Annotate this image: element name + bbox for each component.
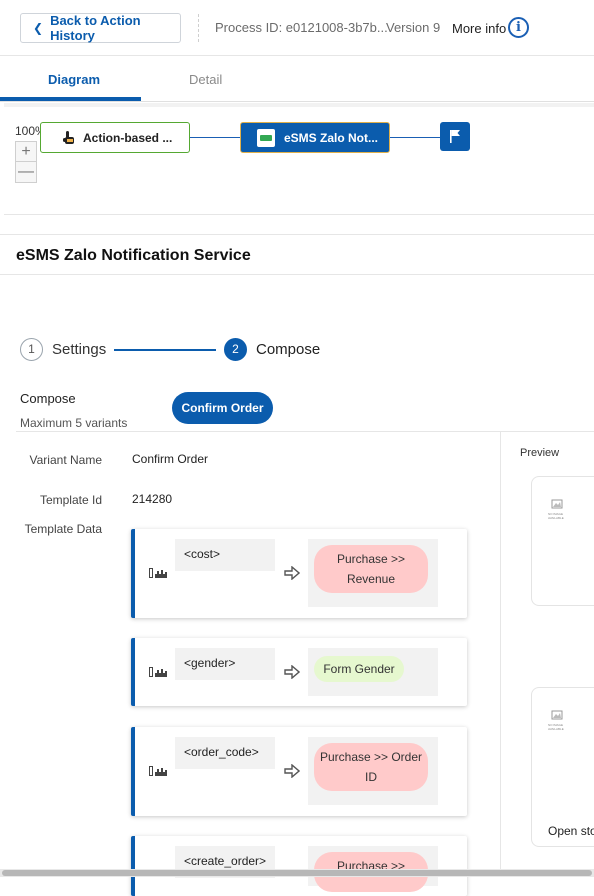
zoom-controls: + — — [15, 141, 37, 183]
mapped-value-box[interactable]: Purchase >> — [308, 846, 438, 892]
image-placeholder-icon — [551, 499, 563, 509]
preview-label: Preview — [520, 447, 560, 459]
flow-diagram-canvas[interactable] — [4, 103, 594, 215]
step-settings[interactable]: Settings — [52, 341, 106, 358]
end-node[interactable] — [440, 122, 470, 151]
esms-logo-icon — [257, 128, 275, 147]
header-divider — [198, 14, 199, 42]
tab-bar: Diagram Detail — [0, 56, 594, 102]
connector-line — [190, 137, 240, 138]
active-tab-indicator — [0, 97, 141, 101]
template-data-row[interactable]: <gender> Form Gender — [131, 638, 467, 706]
zoom-out-button[interactable]: — — [16, 162, 36, 182]
no-image-text: NO IMAGE AVAILABLE — [548, 723, 564, 731]
template-data-row[interactable]: <cost> Purchase >> Revenue — [131, 529, 467, 618]
divider — [0, 234, 594, 235]
template-key: <gender> — [175, 648, 275, 680]
trigger-node[interactable]: Action-based ... — [40, 122, 190, 153]
variant-name-value[interactable]: Confirm Order — [132, 452, 208, 466]
template-data-row[interactable]: <create_order> Purchase >> — [131, 836, 467, 896]
esms-node[interactable]: eSMS Zalo Not... — [240, 122, 390, 153]
more-info-link[interactable]: More info — [452, 21, 506, 36]
flag-icon — [450, 130, 460, 143]
divider — [0, 274, 594, 275]
service-title: eSMS Zalo Notification Service — [16, 247, 251, 264]
scrollbar-thumb[interactable] — [2, 870, 592, 876]
preview-divider — [500, 431, 501, 871]
drag-handle-icon[interactable] — [149, 766, 167, 776]
chevron-left-icon: ❮ — [33, 21, 44, 35]
variant-name-label: Variant Name — [29, 453, 102, 467]
preview-open-button[interactable]: Open sto — [548, 824, 594, 838]
arrow-right-icon — [284, 566, 300, 580]
process-id: Process ID: e0121008-3b7b... — [215, 20, 388, 35]
mapped-value-tag[interactable]: Purchase >> Revenue — [314, 545, 428, 593]
info-icon[interactable]: i — [508, 17, 529, 38]
template-id-value[interactable]: 214280 — [132, 492, 172, 506]
arrow-right-icon — [284, 764, 300, 778]
step-compose[interactable]: Compose — [256, 341, 320, 358]
mapped-value-tag[interactable]: Form Gender — [314, 656, 404, 682]
tab-detail[interactable]: Detail — [189, 72, 222, 87]
template-data-label: Template Data — [24, 522, 102, 536]
preview-card: NO IMAGE AVAILABLE — [531, 476, 594, 606]
step-1-number[interactable]: 1 — [20, 338, 43, 361]
connector-line — [390, 137, 440, 138]
esms-node-label: eSMS Zalo Not... — [284, 130, 379, 145]
back-to-action-history-button[interactable]: ❮ Back to Action History — [20, 13, 181, 43]
version-label: Version 9 — [386, 20, 441, 35]
template-key: <cost> — [175, 539, 275, 571]
template-id-label: Template Id — [39, 493, 102, 507]
arrow-right-icon — [284, 665, 300, 679]
template-key: <order_code> — [175, 737, 275, 769]
divider — [16, 431, 594, 432]
stepper-connector — [114, 349, 216, 351]
zoom-in-button[interactable]: + — [16, 142, 36, 162]
drag-handle-icon[interactable] — [149, 568, 167, 578]
mapped-value-tag[interactable]: Purchase >> Order ID — [314, 743, 428, 791]
step-2-number[interactable]: 2 — [224, 338, 247, 361]
drag-handle-icon[interactable] — [149, 667, 167, 677]
mapped-value-box[interactable]: Purchase >> Order ID — [308, 737, 438, 805]
tab-diagram[interactable]: Diagram — [48, 72, 100, 87]
variant-tab-confirm-order[interactable]: Confirm Order — [172, 392, 273, 424]
image-placeholder-icon — [551, 710, 563, 720]
mapped-value-box[interactable]: Form Gender — [308, 648, 438, 696]
mapped-value-box[interactable]: Purchase >> Revenue — [308, 539, 438, 607]
hand-pointer-icon — [61, 130, 77, 146]
back-button-label: Back to Action History — [50, 13, 141, 43]
template-data-row[interactable]: <order_code> Purchase >> Order ID — [131, 727, 467, 816]
max-variants-label: Maximum 5 variants — [20, 416, 128, 430]
trigger-node-label: Action-based ... — [83, 130, 173, 145]
no-image-text: NO IMAGE AVAILABLE — [548, 512, 564, 520]
preview-card: NO IMAGE AVAILABLE — [531, 687, 594, 847]
compose-label: Compose — [20, 391, 76, 406]
